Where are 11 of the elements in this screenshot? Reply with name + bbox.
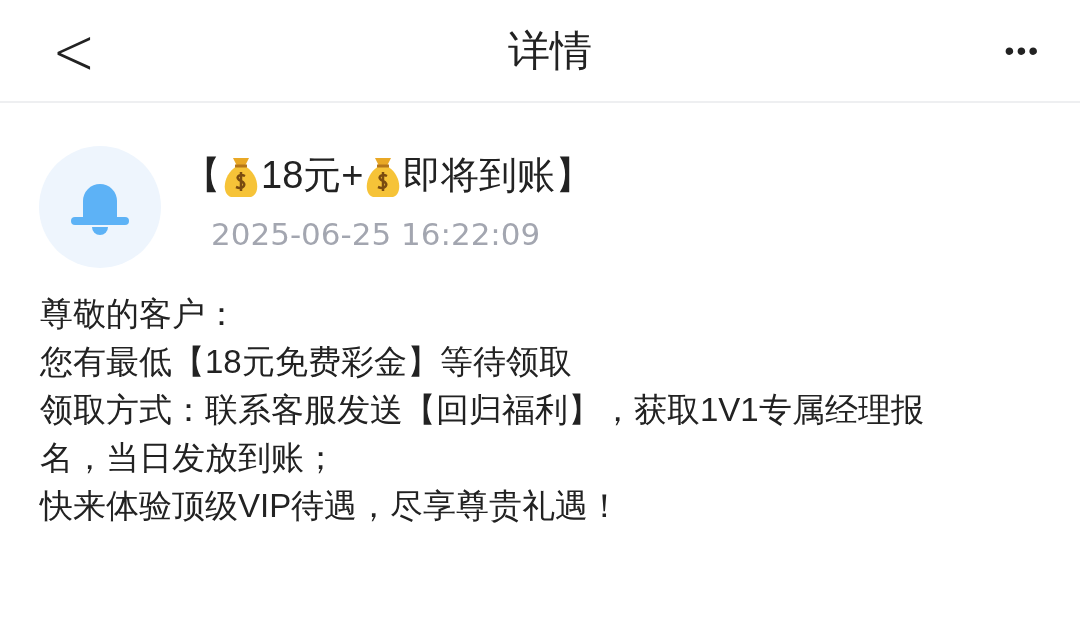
message-time: 2025-06-25 16:22:09 (211, 214, 542, 254)
message-paragraph: 尊敬的客户： (40, 294, 239, 334)
back-button[interactable]: < (52, 18, 96, 83)
message-title: 【 (183, 153, 221, 198)
message-paragraph: 领取方式：联系客服发送【回归福利】，获取1V1专属经理报名，当日发放到账； (40, 390, 925, 478)
message-title: 18元+ (261, 153, 364, 198)
page-title: 详情 (508, 26, 593, 76)
more-button[interactable]: ••• (1004, 29, 1040, 72)
message-title: 即将到账】 (403, 153, 594, 198)
message-paragraph: 快来体验顶级VIP待遇，尽享尊贵礼遇！ (40, 486, 623, 526)
message-paragraph: 您有最低【18元免费彩金】等待领取 (40, 342, 573, 382)
